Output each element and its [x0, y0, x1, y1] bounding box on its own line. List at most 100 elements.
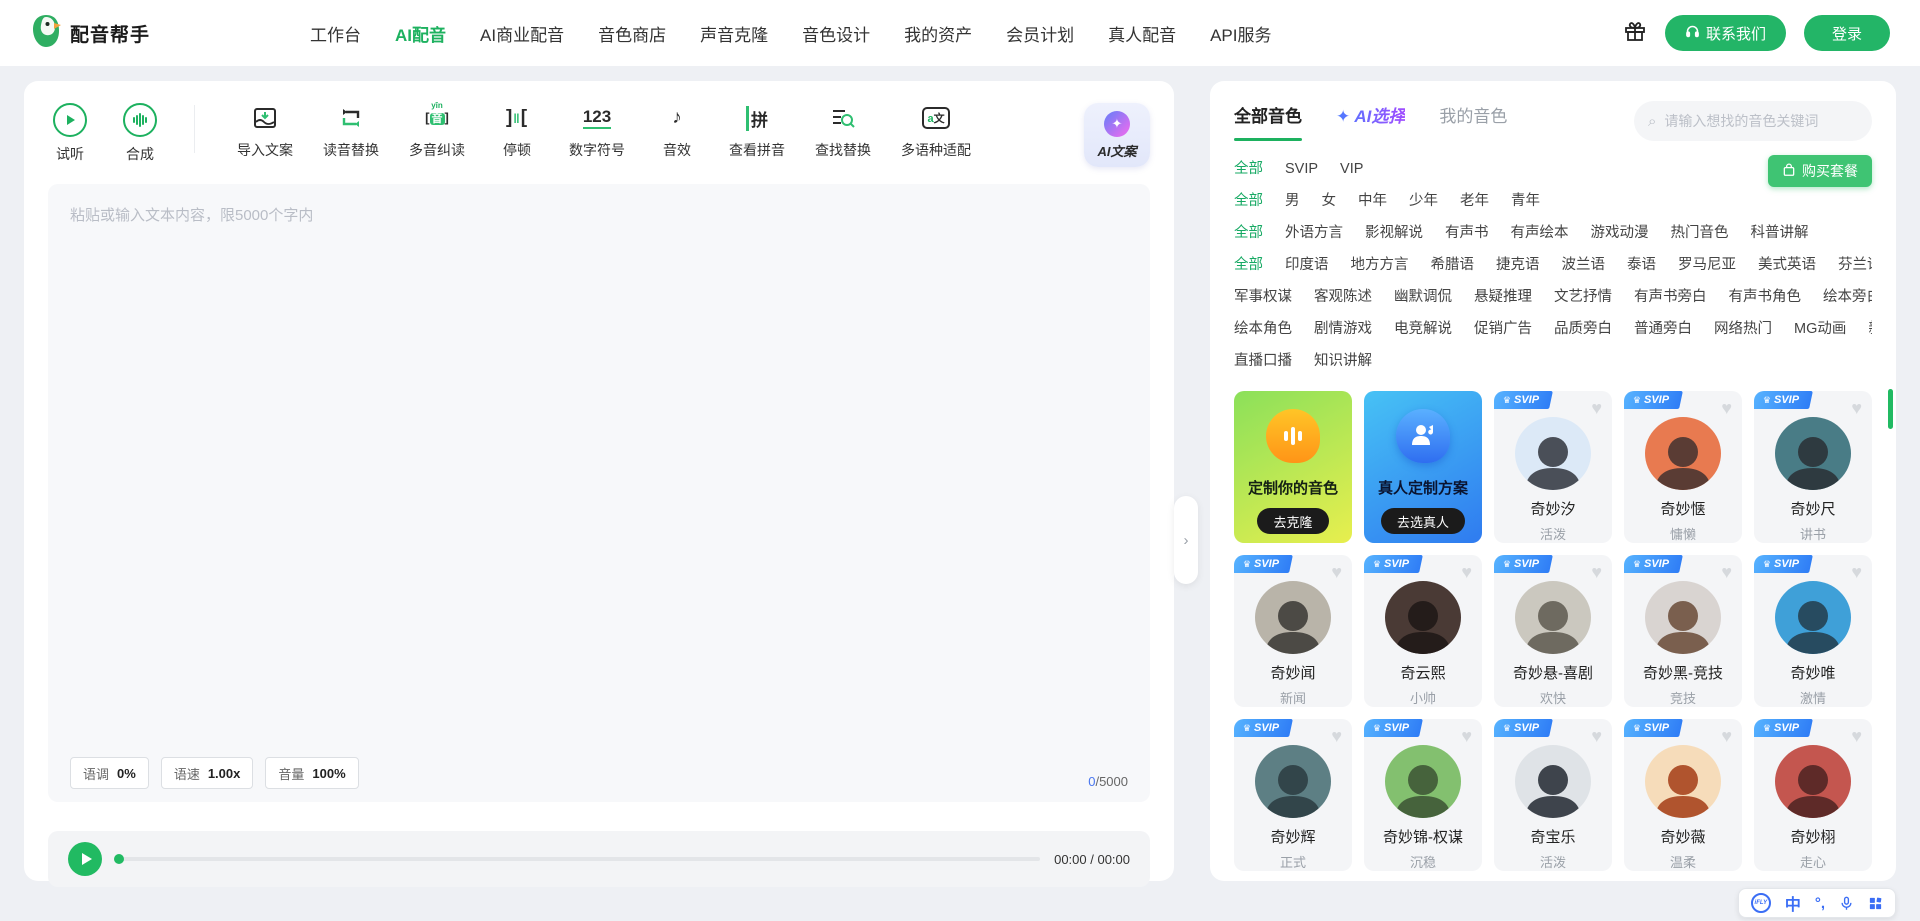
promo-card-clone[interactable]: 定制你的音色去克隆 — [1234, 391, 1352, 543]
filter-item-4-7[interactable]: 绘本旁白 — [1823, 281, 1872, 313]
voice-card[interactable]: ♛SVIP♥奇云熙小帅 — [1364, 555, 1482, 707]
voice-card[interactable]: ♛SVIP♥奇妙黑-竞技竞技 — [1624, 555, 1742, 707]
tool-button-3[interactable]: ]‖[停顿 — [495, 103, 539, 160]
nav-item-7[interactable]: 会员计划 — [1006, 21, 1074, 46]
favorite-heart-icon[interactable]: ♥ — [1331, 727, 1342, 745]
voice-card[interactable]: ♛SVIP♥奇妙悬-喜剧欢快 — [1494, 555, 1612, 707]
filter-item-5-7[interactable]: MG动画 — [1794, 313, 1846, 345]
filter-item-4-6[interactable]: 有声书角色 — [1729, 281, 1802, 313]
favorite-heart-icon[interactable]: ♥ — [1851, 563, 1862, 581]
favorite-heart-icon[interactable]: ♥ — [1591, 399, 1602, 417]
filter-item-3-9[interactable]: 芬兰语 — [1838, 249, 1872, 281]
filter-item-5-0[interactable]: 绘本角色 — [1234, 313, 1292, 345]
favorite-heart-icon[interactable]: ♥ — [1591, 727, 1602, 745]
tool-button-7[interactable]: 查找替换 — [815, 103, 871, 160]
ime-brand-icon[interactable]: iFLY — [1751, 893, 1771, 913]
filter-item-2-0[interactable]: 全部 — [1234, 217, 1263, 249]
listen-button[interactable]: 试听 — [48, 103, 92, 164]
favorite-heart-icon[interactable]: ♥ — [1331, 563, 1342, 581]
ime-apps-grid-icon[interactable] — [1868, 896, 1883, 911]
filter-item-3-6[interactable]: 泰语 — [1627, 249, 1656, 281]
voice-tab-2[interactable]: 我的音色 — [1439, 102, 1507, 141]
filter-item-3-3[interactable]: 希腊语 — [1431, 249, 1475, 281]
panel-scrollbar[interactable] — [1888, 389, 1893, 429]
promo-action-button[interactable]: 去克隆 — [1257, 508, 1328, 534]
voice-card[interactable]: ♛SVIP♥奇宝乐活泼 — [1494, 719, 1612, 871]
filter-item-2-7[interactable]: 科普讲解 — [1751, 217, 1809, 249]
voice-tab-0[interactable]: 全部音色 — [1234, 102, 1302, 141]
nav-item-0[interactable]: 工作台 — [310, 21, 361, 46]
tool-button-0[interactable]: 导入文案 — [237, 103, 293, 160]
favorite-heart-icon[interactable]: ♥ — [1851, 727, 1862, 745]
filter-item-4-5[interactable]: 有声书旁白 — [1634, 281, 1707, 313]
filter-item-2-6[interactable]: 热门音色 — [1671, 217, 1729, 249]
nav-item-2[interactable]: AI商业配音 — [480, 21, 564, 46]
nav-item-9[interactable]: API服务 — [1210, 21, 1271, 46]
player-play-button[interactable] — [68, 842, 102, 876]
filter-item-4-3[interactable]: 悬疑推理 — [1474, 281, 1532, 313]
contact-us-button[interactable]: 联系我们 — [1665, 15, 1786, 51]
seek-handle[interactable] — [114, 854, 124, 864]
filter-item-3-4[interactable]: 捷克语 — [1496, 249, 1540, 281]
favorite-heart-icon[interactable]: ♥ — [1591, 563, 1602, 581]
volume-button[interactable]: 音量 100% — [265, 757, 358, 789]
filter-item-2-5[interactable]: 游戏动漫 — [1591, 217, 1649, 249]
nav-item-8[interactable]: 真人配音 — [1108, 21, 1176, 46]
filter-item-6-0[interactable]: 直播口播 — [1234, 345, 1292, 377]
ime-language-toggle[interactable]: 中 — [1785, 891, 1801, 915]
voice-card[interactable]: ♛SVIP♥奇妙尺讲书 — [1754, 391, 1872, 543]
filter-item-1-0[interactable]: 全部 — [1234, 185, 1263, 217]
filter-item-2-1[interactable]: 外语方言 — [1285, 217, 1343, 249]
filter-item-5-4[interactable]: 品质旁白 — [1554, 313, 1612, 345]
ime-microphone-icon[interactable] — [1839, 896, 1854, 911]
voice-card[interactable]: ♛SVIP♥奇妙辉正式 — [1234, 719, 1352, 871]
promo-action-button[interactable]: 去选真人 — [1381, 508, 1465, 534]
voice-card[interactable]: ♛SVIP♥奇妙锦-权谋沉稳 — [1364, 719, 1482, 871]
pitch-button[interactable]: 语调 0% — [70, 757, 149, 789]
favorite-heart-icon[interactable]: ♥ — [1721, 399, 1732, 417]
filter-item-1-1[interactable]: 男 — [1285, 185, 1300, 217]
filter-item-0-0[interactable]: 全部 — [1234, 153, 1263, 185]
promo-card-human[interactable]: 真人定制方案去选真人 — [1364, 391, 1482, 543]
nav-item-5[interactable]: 音色设计 — [802, 21, 870, 46]
voice-card[interactable]: ♛SVIP♥奇妙栩走心 — [1754, 719, 1872, 871]
filter-item-5-8[interactable]: 新闻主播 — [1868, 313, 1872, 345]
filter-item-3-5[interactable]: 波兰语 — [1562, 249, 1606, 281]
script-text-input[interactable] — [48, 184, 1150, 802]
voice-card[interactable]: ♛SVIP♥奇妙惬慵懒 — [1624, 391, 1742, 543]
favorite-heart-icon[interactable]: ♥ — [1461, 727, 1472, 745]
gift-icon[interactable] — [1623, 19, 1647, 48]
collapse-panel-handle[interactable]: › — [1174, 496, 1198, 584]
login-button[interactable]: 登录 — [1804, 15, 1890, 51]
synthesize-button[interactable]: 合成 — [118, 103, 162, 164]
filter-item-3-0[interactable]: 全部 — [1234, 249, 1263, 281]
filter-item-4-4[interactable]: 文艺抒情 — [1554, 281, 1612, 313]
filter-item-1-5[interactable]: 老年 — [1460, 185, 1489, 217]
filter-item-2-3[interactable]: 有声书 — [1445, 217, 1489, 249]
filter-item-5-6[interactable]: 网络热门 — [1714, 313, 1772, 345]
voice-tab-1[interactable]: ✦ AI选择 — [1336, 102, 1405, 141]
voice-card[interactable]: ♛SVIP♥奇妙汐活泼 — [1494, 391, 1612, 543]
filter-item-4-2[interactable]: 幽默调侃 — [1394, 281, 1452, 313]
nav-item-1[interactable]: AI配音 — [395, 21, 446, 46]
filter-item-1-3[interactable]: 中年 — [1358, 185, 1387, 217]
filter-item-2-2[interactable]: 影视解说 — [1365, 217, 1423, 249]
nav-item-4[interactable]: 声音克隆 — [700, 21, 768, 46]
voice-card[interactable]: ♛SVIP♥奇妙闻新闻 — [1234, 555, 1352, 707]
filter-item-3-2[interactable]: 地方方言 — [1351, 249, 1409, 281]
favorite-heart-icon[interactable]: ♥ — [1721, 727, 1732, 745]
filter-item-0-2[interactable]: VIP — [1340, 153, 1363, 185]
tool-button-5[interactable]: ♪音效 — [655, 103, 699, 160]
ai-copywriting-button[interactable]: ✦ AI文案 — [1084, 103, 1150, 167]
nav-item-6[interactable]: 我的资产 — [904, 21, 972, 46]
speed-button[interactable]: 语速 1.00x — [161, 757, 254, 789]
filter-item-4-0[interactable]: 军事权谋 — [1234, 281, 1292, 313]
tool-button-4[interactable]: 123数字符号 — [569, 103, 625, 160]
favorite-heart-icon[interactable]: ♥ — [1851, 399, 1862, 417]
filter-item-1-6[interactable]: 青年 — [1511, 185, 1540, 217]
filter-item-4-1[interactable]: 客观陈述 — [1314, 281, 1372, 313]
voice-card[interactable]: ♛SVIP♥奇妙薇温柔 — [1624, 719, 1742, 871]
filter-item-3-7[interactable]: 罗马尼亚 — [1678, 249, 1736, 281]
filter-item-1-4[interactable]: 少年 — [1409, 185, 1438, 217]
nav-item-3[interactable]: 音色商店 — [598, 21, 666, 46]
